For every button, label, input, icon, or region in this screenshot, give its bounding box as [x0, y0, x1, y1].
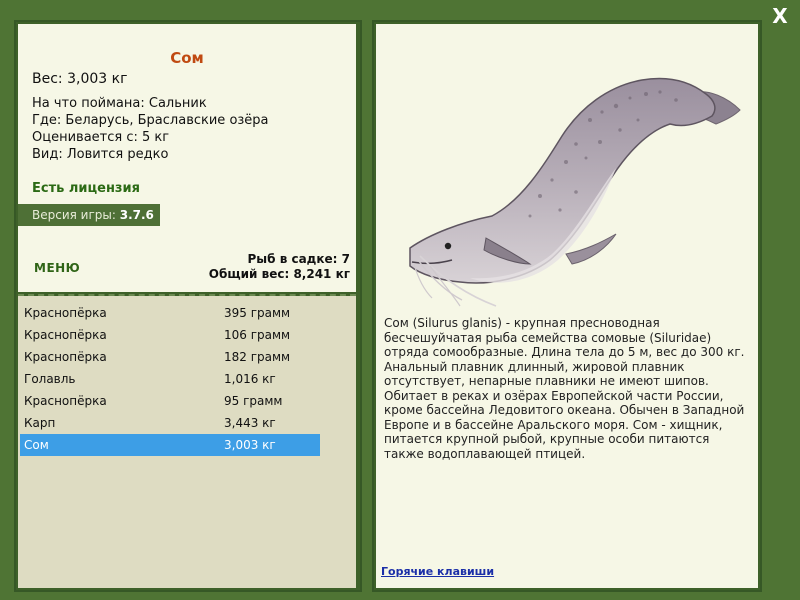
catch-fish-name: Краснопёрка	[24, 394, 107, 408]
catch-fish-weight: 395 грамм	[224, 306, 291, 320]
catch-list-row[interactable]: Карп 3,443 кг	[20, 412, 320, 434]
catch-fish-weight: 95 грамм	[224, 394, 283, 408]
fish-info-panel: Сом Вес: 3,003 кг На что поймана: Сальни…	[18, 24, 356, 296]
hotkeys-link[interactable]: Горячие клавиши	[381, 565, 494, 578]
catch-fish-weight: 182 грамм	[224, 350, 291, 364]
valued-from: Оценивается с: 5 кг	[32, 130, 170, 145]
menu-button[interactable]: МЕНЮ	[34, 261, 80, 275]
catch-fish-weight: 106 грамм	[224, 328, 291, 342]
catch-list-row[interactable]: Сом 3,003 кг	[20, 434, 320, 456]
fish-weight: Вес: 3,003 кг	[32, 71, 128, 87]
version-label: Версия игры:	[32, 208, 116, 222]
catch-list-row[interactable]: Краснопёрка 182 грамм	[20, 346, 320, 368]
description-panel: Сом (Silurus glanis) - крупная пресновод…	[376, 24, 758, 588]
caught-with: На что поймана: Сальник	[32, 96, 207, 111]
version-value: 3.7.6	[119, 208, 154, 222]
fish-description: Сом (Silurus glanis) - крупная пресновод…	[384, 316, 745, 461]
game-version: Версия игры: 3.7.6	[18, 204, 160, 226]
catch-list-row[interactable]: Краснопёрка 106 грамм	[20, 324, 320, 346]
catfish-image	[409, 77, 741, 307]
license-status: Есть лицензия	[32, 181, 140, 196]
total-weight: Общий вес: 8,241 кг	[208, 267, 350, 281]
fish-rarity: Вид: Ловится редко	[32, 147, 169, 162]
catch-fish-weight: 1,016 кг	[224, 372, 276, 386]
catch-fish-weight: 3,443 кг	[224, 416, 276, 430]
catch-fish-name: Сом	[24, 438, 49, 452]
fish-details: На что поймана: Сальник Где: Беларусь, Б…	[32, 95, 269, 163]
catch-fish-name: Карп	[24, 416, 56, 430]
catch-location: Где: Беларусь, Браславские озёра	[32, 113, 269, 128]
catch-fish-weight: 3,003 кг	[224, 438, 276, 452]
catch-list-row[interactable]: Краснопёрка 395 грамм	[20, 302, 320, 324]
close-icon[interactable]: X	[768, 4, 792, 28]
catch-list: Краснопёрка 395 грамм Краснопёрка 106 грамм…	[20, 302, 320, 456]
fish-title: Сом	[170, 49, 204, 67]
catch-list-row[interactable]: Краснопёрка 95 грамм	[20, 390, 320, 412]
catch-fish-name: Краснопёрка	[24, 350, 107, 364]
catch-fish-name: Краснопёрка	[24, 306, 107, 320]
fish-count: Рыб в садке: 7	[247, 252, 351, 266]
catch-fish-name: Голавль	[24, 372, 76, 386]
catch-list-row[interactable]: Голавль 1,016 кг	[20, 368, 320, 390]
keepnet-totals: Рыб в садке: 7 Общий вес: 8,241 кг	[209, 252, 350, 282]
catch-fish-name: Краснопёрка	[24, 328, 107, 342]
catch-list-panel: Краснопёрка 395 грамм Краснопёрка 106 грамм…	[18, 296, 356, 588]
